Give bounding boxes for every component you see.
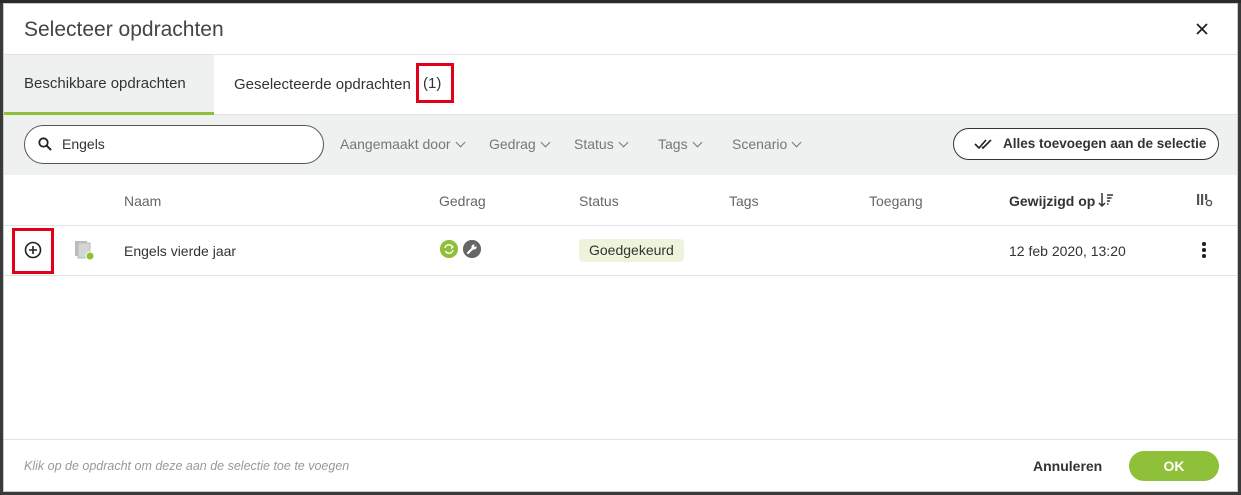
filter-label: Scenario bbox=[732, 136, 788, 152]
tab-available[interactable]: Beschikbare opdrachten bbox=[4, 55, 214, 115]
ok-button[interactable]: OK bbox=[1129, 451, 1219, 481]
chevron-down-icon bbox=[692, 137, 703, 148]
double-check-icon bbox=[974, 139, 992, 150]
column-access[interactable]: Toegang bbox=[869, 193, 923, 209]
filter-label: Status bbox=[574, 136, 614, 152]
assignment-document-icon bbox=[75, 241, 95, 261]
dialog-title: Selecteer opdrachten bbox=[24, 18, 224, 41]
tab-bar: Beschikbare opdrachten Geselecteerde opd… bbox=[4, 55, 1237, 115]
chevron-down-icon bbox=[618, 137, 629, 148]
dialog-footer: Klik op de opdracht om deze aan de selec… bbox=[4, 439, 1237, 491]
filter-label: Aangemaakt door bbox=[340, 136, 451, 152]
select-assignments-dialog: Selecteer opdrachten Beschikbare opdrach… bbox=[3, 3, 1238, 492]
chevron-down-icon bbox=[540, 137, 551, 148]
add-circle-icon[interactable] bbox=[24, 241, 42, 259]
more-options-icon[interactable] bbox=[1200, 242, 1208, 260]
status-badge: Goedgekeurd bbox=[579, 239, 684, 262]
table-header: Naam Gedrag Status Tags Toegang Gewijzig… bbox=[4, 175, 1237, 226]
selected-count-badge: (1) bbox=[423, 75, 442, 92]
add-all-label: Alles toevoegen aan de selectie bbox=[1003, 136, 1207, 151]
filter-behavior[interactable]: Gedrag bbox=[489, 136, 551, 152]
search-input[interactable] bbox=[62, 136, 302, 152]
footer-hint: Klik op de opdracht om deze aan de selec… bbox=[24, 459, 350, 473]
dialog-header: Selecteer opdrachten bbox=[4, 4, 1237, 55]
cancel-button[interactable]: Annuleren bbox=[1033, 458, 1102, 474]
column-name[interactable]: Naam bbox=[124, 193, 161, 209]
row-name[interactable]: Engels vierde jaar bbox=[124, 243, 236, 259]
sort-descending-icon[interactable] bbox=[1098, 192, 1114, 208]
filter-tags[interactable]: Tags bbox=[658, 136, 703, 152]
column-status[interactable]: Status bbox=[579, 193, 619, 209]
add-all-button[interactable]: Alles toevoegen aan de selectie bbox=[953, 128, 1219, 160]
column-tags[interactable]: Tags bbox=[729, 193, 759, 209]
filter-created-by[interactable]: Aangemaakt door bbox=[340, 136, 465, 152]
column-behavior[interactable]: Gedrag bbox=[439, 193, 486, 209]
filter-label: Tags bbox=[658, 136, 688, 152]
search-box[interactable] bbox=[24, 125, 324, 164]
close-icon[interactable] bbox=[1191, 18, 1213, 40]
tab-selected[interactable]: Geselecteerde opdrachten bbox=[234, 55, 411, 115]
filter-scenario[interactable]: Scenario bbox=[732, 136, 802, 152]
column-settings-icon[interactable] bbox=[1196, 193, 1214, 207]
search-icon bbox=[38, 137, 52, 151]
chevron-down-icon bbox=[791, 137, 802, 148]
wrench-icon bbox=[463, 240, 481, 258]
filter-status[interactable]: Status bbox=[574, 136, 629, 152]
sync-icon bbox=[440, 240, 458, 258]
table-row[interactable]: Engels vierde jaar Goedgekeurd 12 feb 20… bbox=[4, 226, 1237, 276]
filter-label: Gedrag bbox=[489, 136, 536, 152]
chevron-down-icon bbox=[455, 137, 465, 148]
column-modified[interactable]: Gewijzigd op bbox=[1009, 193, 1095, 209]
row-modified: 12 feb 2020, 13:20 bbox=[1009, 243, 1126, 259]
filter-bar: Aangemaakt door Gedrag Status Tags Scena… bbox=[4, 115, 1237, 175]
